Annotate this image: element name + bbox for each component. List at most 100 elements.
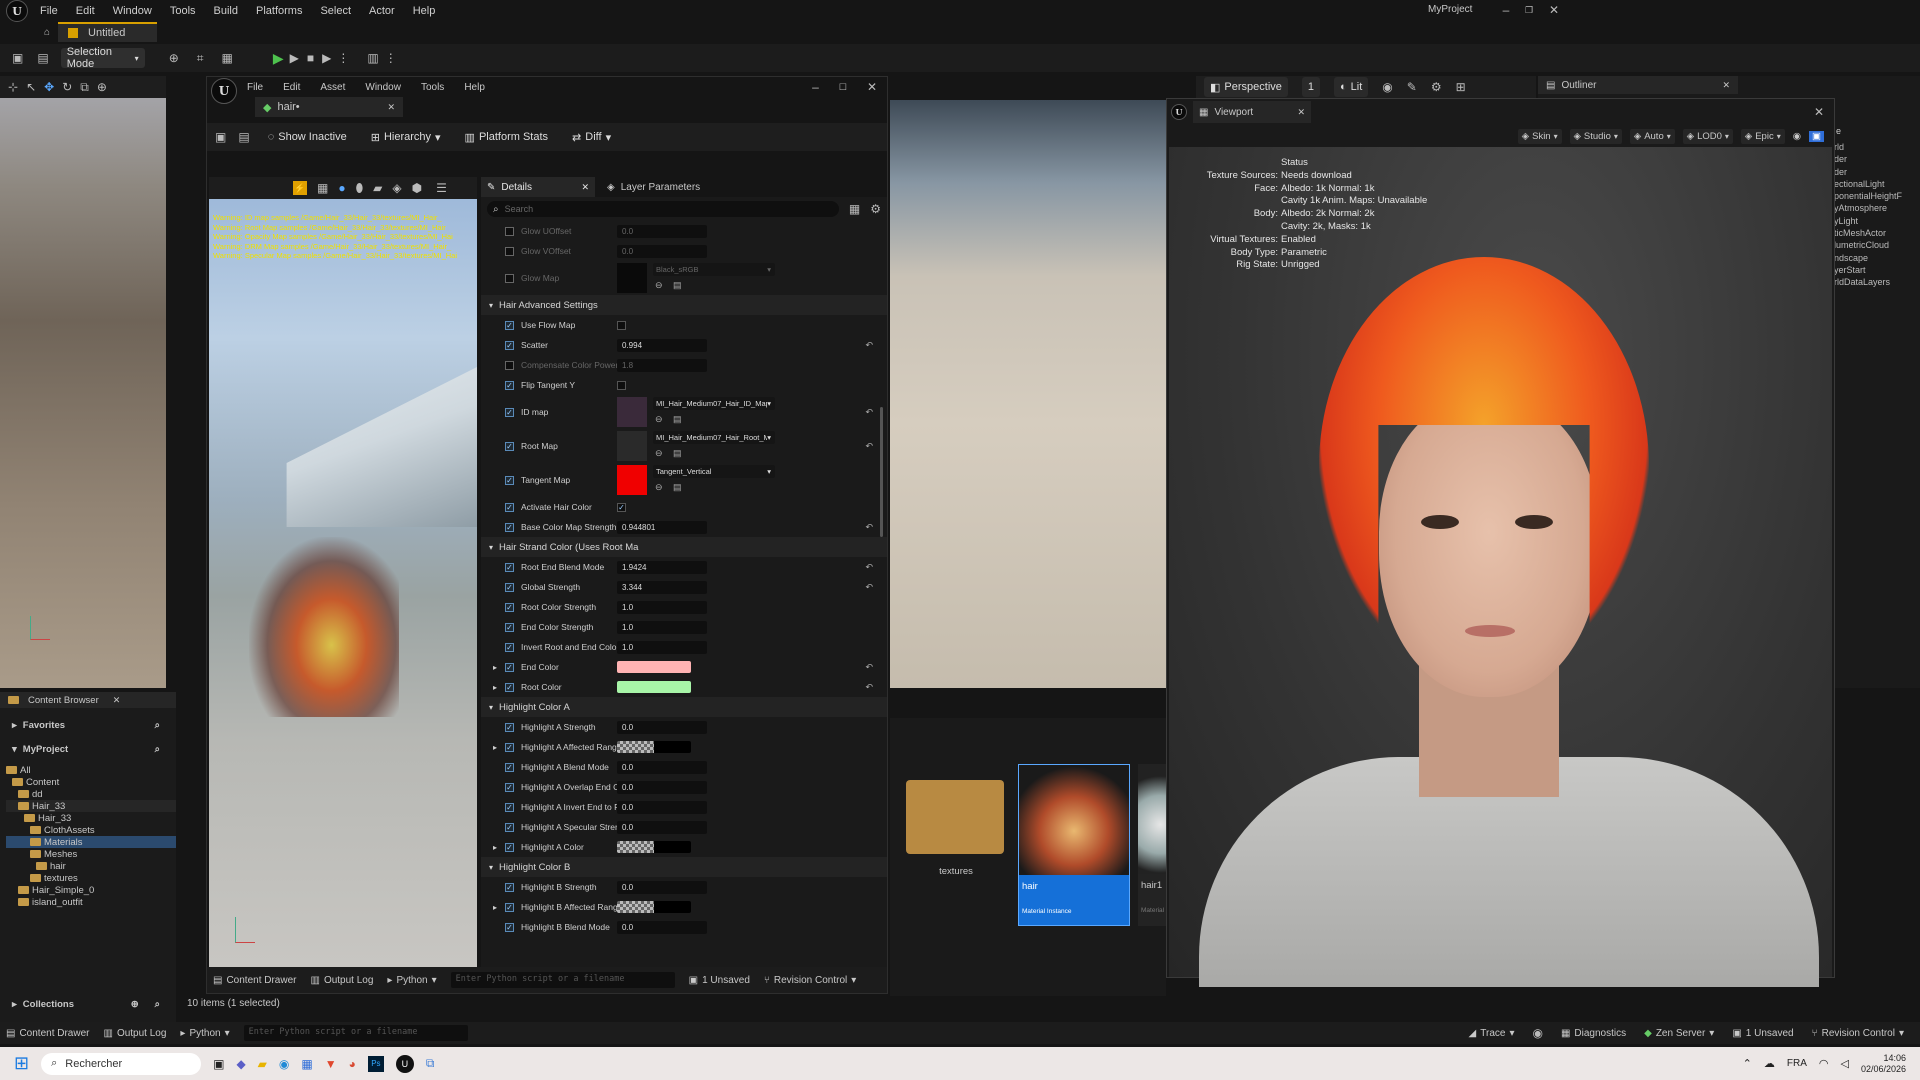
property-value-input[interactable]: 0.0 bbox=[617, 820, 707, 834]
teams-icon[interactable]: ◆ bbox=[236, 1057, 245, 1071]
override-checkbox[interactable] bbox=[505, 360, 514, 370]
more-icon[interactable]: ⋮ bbox=[337, 51, 349, 65]
python-console-input[interactable]: Enter Python script or a filename bbox=[450, 972, 675, 988]
zen-server-button[interactable]: ◆ Zen Server ▾ bbox=[1644, 1028, 1714, 1039]
play-icon[interactable]: ▶ bbox=[273, 50, 284, 67]
outliner-item[interactable]: yerStart bbox=[1834, 265, 1904, 277]
outliner-item[interactable]: lumetricCloud bbox=[1834, 240, 1904, 252]
layer-parameters-tab[interactable]: ◈ Layer Parameters bbox=[595, 177, 700, 197]
asset-hair1-tile[interactable]: hair1 Material bbox=[1138, 764, 1166, 926]
close-window-icon[interactable]: ✕ bbox=[1814, 105, 1824, 119]
save-icon[interactable]: ▣ bbox=[215, 130, 226, 144]
tree-item[interactable]: island_outfit bbox=[6, 896, 176, 908]
app-icon[interactable]: ⧉ bbox=[426, 1056, 435, 1071]
unsaved-button[interactable]: ▣ 1 Unsaved bbox=[689, 975, 750, 986]
asset-folder-tile[interactable]: textures bbox=[906, 774, 1006, 914]
edge-icon[interactable]: ◉ bbox=[279, 1057, 289, 1071]
property-value-input[interactable]: 1.0 bbox=[617, 640, 707, 654]
content-drawer-button[interactable]: ▤ Content Drawer bbox=[6, 1028, 89, 1039]
outliner-item[interactable]: der bbox=[1834, 167, 1904, 179]
open-asset-icon[interactable]: ▤ bbox=[673, 280, 682, 291]
override-checkbox[interactable]: ✓ bbox=[505, 407, 514, 417]
python-dropdown[interactable]: ▸ Python ▾ bbox=[180, 1028, 229, 1039]
outliner-item[interactable]: ndscape bbox=[1834, 253, 1904, 265]
favorites-header[interactable]: ▸ Favorites ⌕ bbox=[0, 712, 176, 738]
outliner-item[interactable]: yLight bbox=[1834, 216, 1904, 228]
open-asset-icon[interactable]: ▤ bbox=[673, 414, 682, 425]
override-checkbox[interactable]: ✓ bbox=[505, 582, 514, 592]
hierarchy-button[interactable]: ⊞ Hierarchy ▾ bbox=[365, 127, 447, 147]
override-checkbox[interactable]: ✓ bbox=[505, 742, 514, 752]
brave-icon[interactable]: ▼ bbox=[325, 1057, 337, 1071]
property-value-input[interactable]: 0.0 bbox=[617, 780, 707, 794]
override-checkbox[interactable]: ✓ bbox=[505, 522, 514, 532]
chevron-up-icon[interactable]: ⌃ bbox=[1743, 1057, 1752, 1070]
texture-thumbnail[interactable] bbox=[617, 465, 647, 495]
transform-icon[interactable]: ⊹ bbox=[8, 80, 18, 94]
mat-menu-item-asset[interactable]: Asset bbox=[320, 82, 345, 93]
mat-tab[interactable]: ◆ hair• ✕ bbox=[255, 97, 403, 117]
property-value-input[interactable]: 1.9424 bbox=[617, 560, 707, 574]
outliner-tab[interactable]: ▤ Outliner ✕ bbox=[1538, 76, 1738, 94]
close-icon[interactable]: ✕ bbox=[1722, 80, 1730, 91]
section-header[interactable]: ▾ Highlight Color B bbox=[481, 857, 887, 877]
settings-dots-icon[interactable]: ⋮ bbox=[385, 51, 397, 65]
store-icon[interactable]: ▦ bbox=[301, 1057, 312, 1071]
outliner-item[interactable]: rld bbox=[1834, 142, 1904, 154]
outliner-item[interactable]: rldDataLayers bbox=[1834, 277, 1904, 289]
property-value-input[interactable]: 1.0 bbox=[617, 600, 707, 614]
override-checkbox[interactable]: ✓ bbox=[505, 622, 514, 632]
unreal-logo-icon[interactable]: U bbox=[211, 78, 237, 104]
tree-item[interactable]: Hair_33 bbox=[6, 800, 176, 812]
override-checkbox[interactable]: ✓ bbox=[505, 842, 514, 852]
reset-icon[interactable]: ↶ bbox=[865, 582, 873, 593]
texture-dropdown[interactable]: Tangent_Vertical ▾ bbox=[653, 465, 775, 478]
taskbar-search[interactable]: ⌕ Rechercher bbox=[41, 1052, 202, 1075]
override-checkbox[interactable]: ✓ bbox=[505, 320, 514, 330]
show-icon[interactable]: ◉ bbox=[1382, 80, 1392, 94]
level-tab[interactable]: Untitled bbox=[58, 22, 158, 42]
browse-asset-icon[interactable]: ⊖ bbox=[655, 280, 663, 291]
file-explorer-icon[interactable]: ▰ bbox=[258, 1057, 267, 1071]
outliner-item[interactable]: der bbox=[1834, 154, 1904, 166]
texture-thumbnail[interactable] bbox=[617, 263, 647, 293]
override-checkbox[interactable]: ✓ bbox=[505, 822, 514, 832]
add-collection-icon[interactable]: ⊕ bbox=[131, 999, 139, 1010]
unreal-logo-icon[interactable]: U bbox=[1171, 104, 1187, 120]
reset-icon[interactable]: ↶ bbox=[865, 441, 873, 452]
details-tab[interactable]: ✎ Details ✕ bbox=[481, 177, 595, 197]
menu-item-file[interactable]: File bbox=[40, 5, 58, 17]
plane-icon[interactable]: ▰ bbox=[373, 181, 382, 195]
close-icon[interactable]: ✕ bbox=[113, 695, 121, 706]
trace-button[interactable]: ◢ Trace ▾ bbox=[1469, 1028, 1515, 1039]
value-checkbox[interactable]: ✓ bbox=[617, 502, 626, 512]
tree-item[interactable]: Meshes bbox=[6, 848, 176, 860]
menu-item-tools[interactable]: Tools bbox=[170, 5, 196, 17]
unreal-logo-icon[interactable]: U bbox=[6, 0, 28, 22]
override-checkbox[interactable]: ✓ bbox=[505, 340, 514, 350]
tree-item[interactable]: ClothAssets bbox=[6, 824, 176, 836]
override-checkbox[interactable]: ✓ bbox=[505, 642, 514, 652]
world-icon[interactable]: ⊕ bbox=[97, 80, 107, 94]
content-browser-tab[interactable]: Content Browser ✕ bbox=[0, 692, 176, 708]
language-label[interactable]: FRA bbox=[1787, 1058, 1807, 1069]
wifi-icon[interactable]: ◠ bbox=[1819, 1057, 1829, 1070]
selection-mode-button[interactable]: Selection Mode ▾ bbox=[60, 46, 145, 70]
maximize-icon[interactable]: ☐ bbox=[839, 82, 847, 93]
cinematics-icon[interactable]: ▦ bbox=[222, 51, 233, 65]
search-input[interactable]: ⌕ Search bbox=[487, 201, 839, 217]
override-checkbox[interactable]: ✓ bbox=[505, 662, 514, 672]
material-preview[interactable]: ⚡ ▦ ● ⬮ ▰ ◈ ⬢ ☰ Warning: ID map samples … bbox=[209, 177, 477, 983]
lit-button[interactable]: ◐ Lit bbox=[1334, 77, 1369, 97]
override-checkbox[interactable]: ✓ bbox=[505, 380, 514, 390]
close-icon[interactable]: ✕ bbox=[581, 182, 589, 193]
property-value-input[interactable]: 0.0 bbox=[617, 224, 707, 238]
add-content-icon[interactable]: ⊕ bbox=[169, 51, 179, 65]
texture-dropdown[interactable]: MI_Hair_Medium07_Hair_Root_Map ▾ bbox=[653, 431, 775, 444]
override-checkbox[interactable] bbox=[505, 246, 514, 256]
revision-control-button[interactable]: ⑂ Revision Control ▾ bbox=[764, 975, 856, 986]
settings-icon[interactable]: ⚙ bbox=[1431, 80, 1442, 94]
menu-icon[interactable]: ☰ bbox=[436, 181, 447, 195]
mat-menu-item-edit[interactable]: Edit bbox=[283, 82, 300, 93]
onedrive-icon[interactable]: ☁ bbox=[1764, 1057, 1775, 1070]
